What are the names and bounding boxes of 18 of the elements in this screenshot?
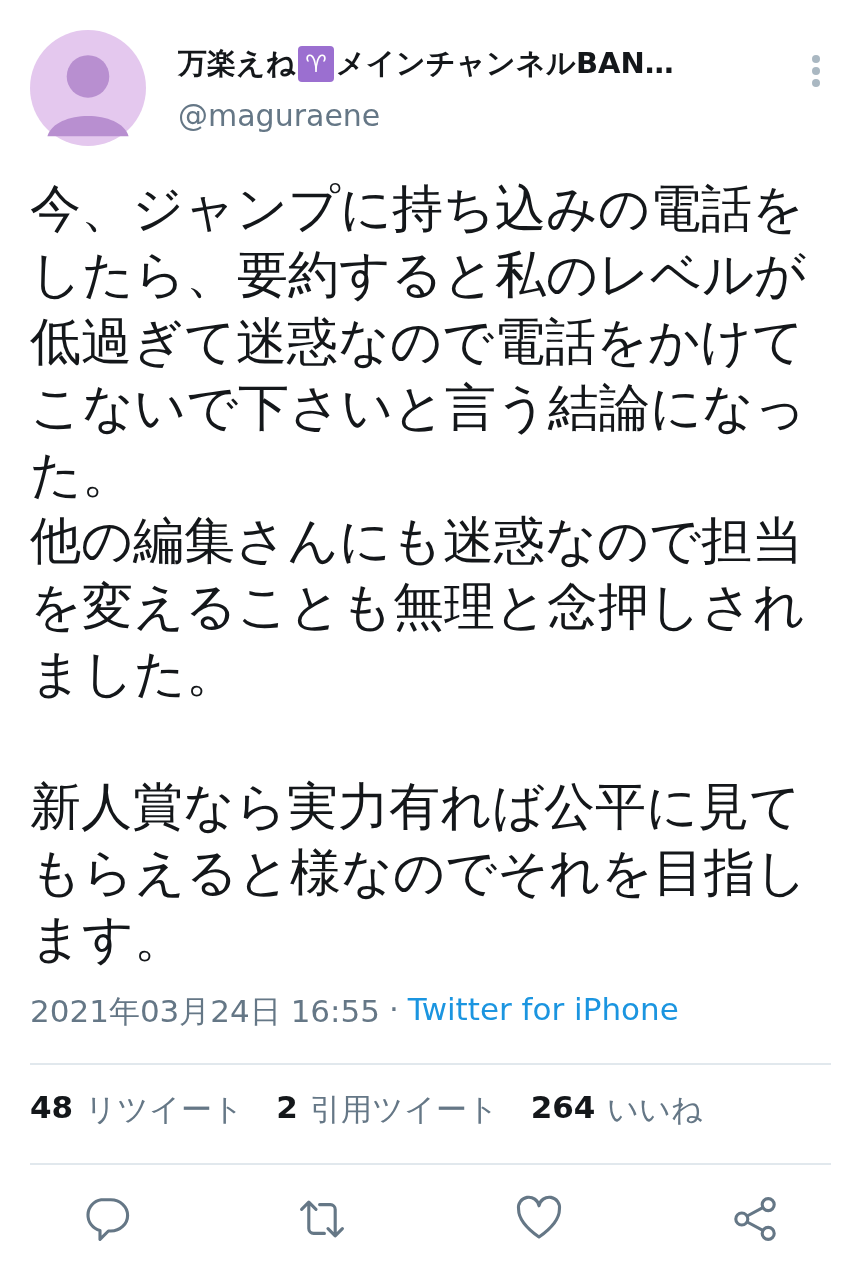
- stat-count: 48: [30, 1088, 74, 1127]
- tweet-paragraph: 新人賞なら実力有れば公平に見てもらえると様なのでそれを目指します。: [30, 775, 808, 971]
- avatar-icon[interactable]: [30, 30, 146, 146]
- share-icon[interactable]: [731, 1194, 779, 1243]
- author-name: 万楽えね: [178, 44, 296, 82]
- stat-count: 264: [530, 1088, 596, 1127]
- author-name-suffix: メインチャンネルBAN…: [336, 44, 674, 82]
- separator-dot: ·: [389, 990, 399, 1029]
- stat-label[interactable]: リツイート: [85, 1088, 245, 1131]
- stat-label[interactable]: 引用ツイート: [309, 1088, 499, 1131]
- tweet-paragraph: 今、ジャンプに持ち込みの電話をしたら、要約すると私のレベルが低過ぎて迷惑なので電話をかけてこないで下さいと言う結論になった。: [30, 178, 807, 506]
- zodiac-emoji: ♈: [298, 45, 334, 82]
- author-handle: @maguraene: [178, 97, 382, 133]
- stat-label[interactable]: いいね: [607, 1088, 704, 1131]
- stat-count: 2: [276, 1088, 298, 1127]
- tweet-paragraph: 他の編集さんにも迷惑なので担当を変えることも無理と念押しされました。: [30, 510, 806, 705]
- tweet-timestamp: 2021年03月24日 16:55: [30, 991, 380, 1031]
- source-link[interactable]: Twitter for iPhone: [407, 990, 679, 1033]
